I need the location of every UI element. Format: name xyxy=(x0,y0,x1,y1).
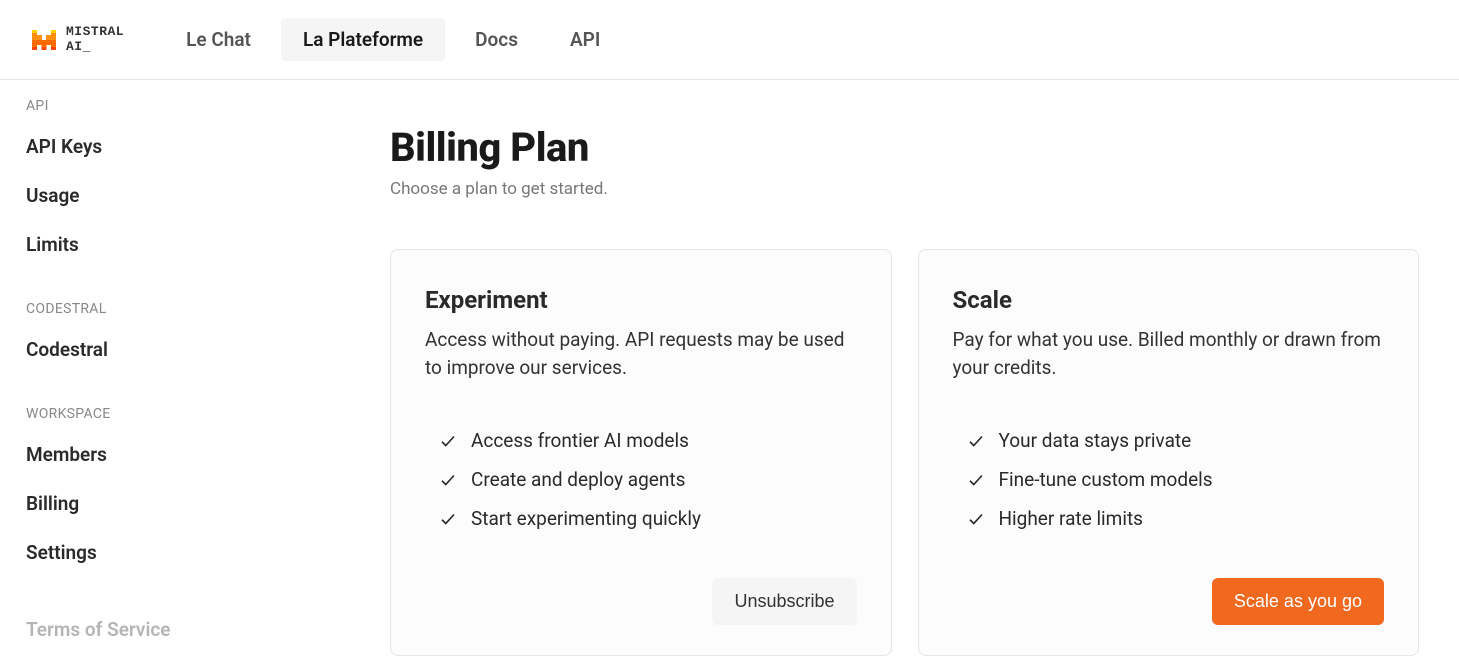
sidebar-item-api-keys[interactable]: API Keys xyxy=(0,122,350,171)
plan-description: Pay for what you use. Billed monthly or … xyxy=(953,326,1385,381)
feature-text: Create and deploy agents xyxy=(471,468,685,491)
nav-docs[interactable]: Docs xyxy=(453,18,540,61)
check-icon xyxy=(439,471,457,489)
sidebar-item-members[interactable]: Members xyxy=(0,430,350,479)
plan-cards: Experiment Access without paying. API re… xyxy=(390,249,1419,656)
sidebar-group-api: API xyxy=(0,94,350,122)
feature-item: Start experimenting quickly xyxy=(439,499,857,538)
plan-features: Access frontier AI models Create and dep… xyxy=(425,421,857,538)
nav-items: Le Chat La Plateforme Docs API xyxy=(164,18,622,61)
unsubscribe-button[interactable]: Unsubscribe xyxy=(712,578,856,625)
scale-as-you-go-button[interactable]: Scale as you go xyxy=(1212,578,1384,625)
sidebar-item-usage[interactable]: Usage xyxy=(0,171,350,220)
check-icon xyxy=(967,471,985,489)
mistral-logo-icon xyxy=(30,26,58,54)
brand-logo[interactable]: MISTRAL AI_ xyxy=(30,25,124,54)
sidebar-item-settings[interactable]: Settings xyxy=(0,528,350,577)
sidebar-item-terms[interactable]: Terms of Service xyxy=(0,605,350,654)
feature-item: Access frontier AI models xyxy=(439,421,857,460)
check-icon xyxy=(439,510,457,528)
main-content: Billing Plan Choose a plan to get starte… xyxy=(350,80,1459,661)
feature-item: Higher rate limits xyxy=(967,499,1385,538)
nav-la-plateforme[interactable]: La Plateforme xyxy=(281,18,445,61)
feature-text: Fine-tune custom models xyxy=(999,468,1213,491)
plan-title: Experiment xyxy=(425,286,857,314)
brand-line1: MISTRAL xyxy=(66,25,124,39)
feature-text: Your data stays private xyxy=(999,429,1192,452)
page-title: Billing Plan xyxy=(390,124,1419,171)
check-icon xyxy=(967,432,985,450)
feature-text: Access frontier AI models xyxy=(471,429,689,452)
feature-item: Fine-tune custom models xyxy=(967,460,1385,499)
feature-item: Your data stays private xyxy=(967,421,1385,460)
plan-card-scale: Scale Pay for what you use. Billed month… xyxy=(918,249,1420,656)
plan-card-experiment: Experiment Access without paying. API re… xyxy=(390,249,892,656)
feature-text: Higher rate limits xyxy=(999,507,1144,530)
nav-le-chat[interactable]: Le Chat xyxy=(164,18,273,61)
top-nav: MISTRAL AI_ Le Chat La Plateforme Docs A… xyxy=(0,0,1459,80)
sidebar[interactable]: API API Keys Usage Limits CODESTRAL Code… xyxy=(0,80,350,661)
feature-item: Create and deploy agents xyxy=(439,460,857,499)
check-icon xyxy=(967,510,985,528)
sidebar-item-billing[interactable]: Billing xyxy=(0,479,350,528)
check-icon xyxy=(439,432,457,450)
page-subtitle: Choose a plan to get started. xyxy=(390,179,1419,199)
sidebar-item-codestral[interactable]: Codestral xyxy=(0,325,350,374)
feature-text: Start experimenting quickly xyxy=(471,507,701,530)
plan-title: Scale xyxy=(953,286,1385,314)
plan-features: Your data stays private Fine-tune custom… xyxy=(953,421,1385,538)
sidebar-item-limits[interactable]: Limits xyxy=(0,220,350,269)
sidebar-group-workspace: WORKSPACE xyxy=(0,402,350,430)
plan-description: Access without paying. API requests may … xyxy=(425,326,857,381)
brand-text: MISTRAL AI_ xyxy=(66,25,124,54)
brand-line2: AI_ xyxy=(66,40,124,54)
nav-api[interactable]: API xyxy=(548,18,622,61)
sidebar-group-codestral: CODESTRAL xyxy=(0,297,350,325)
